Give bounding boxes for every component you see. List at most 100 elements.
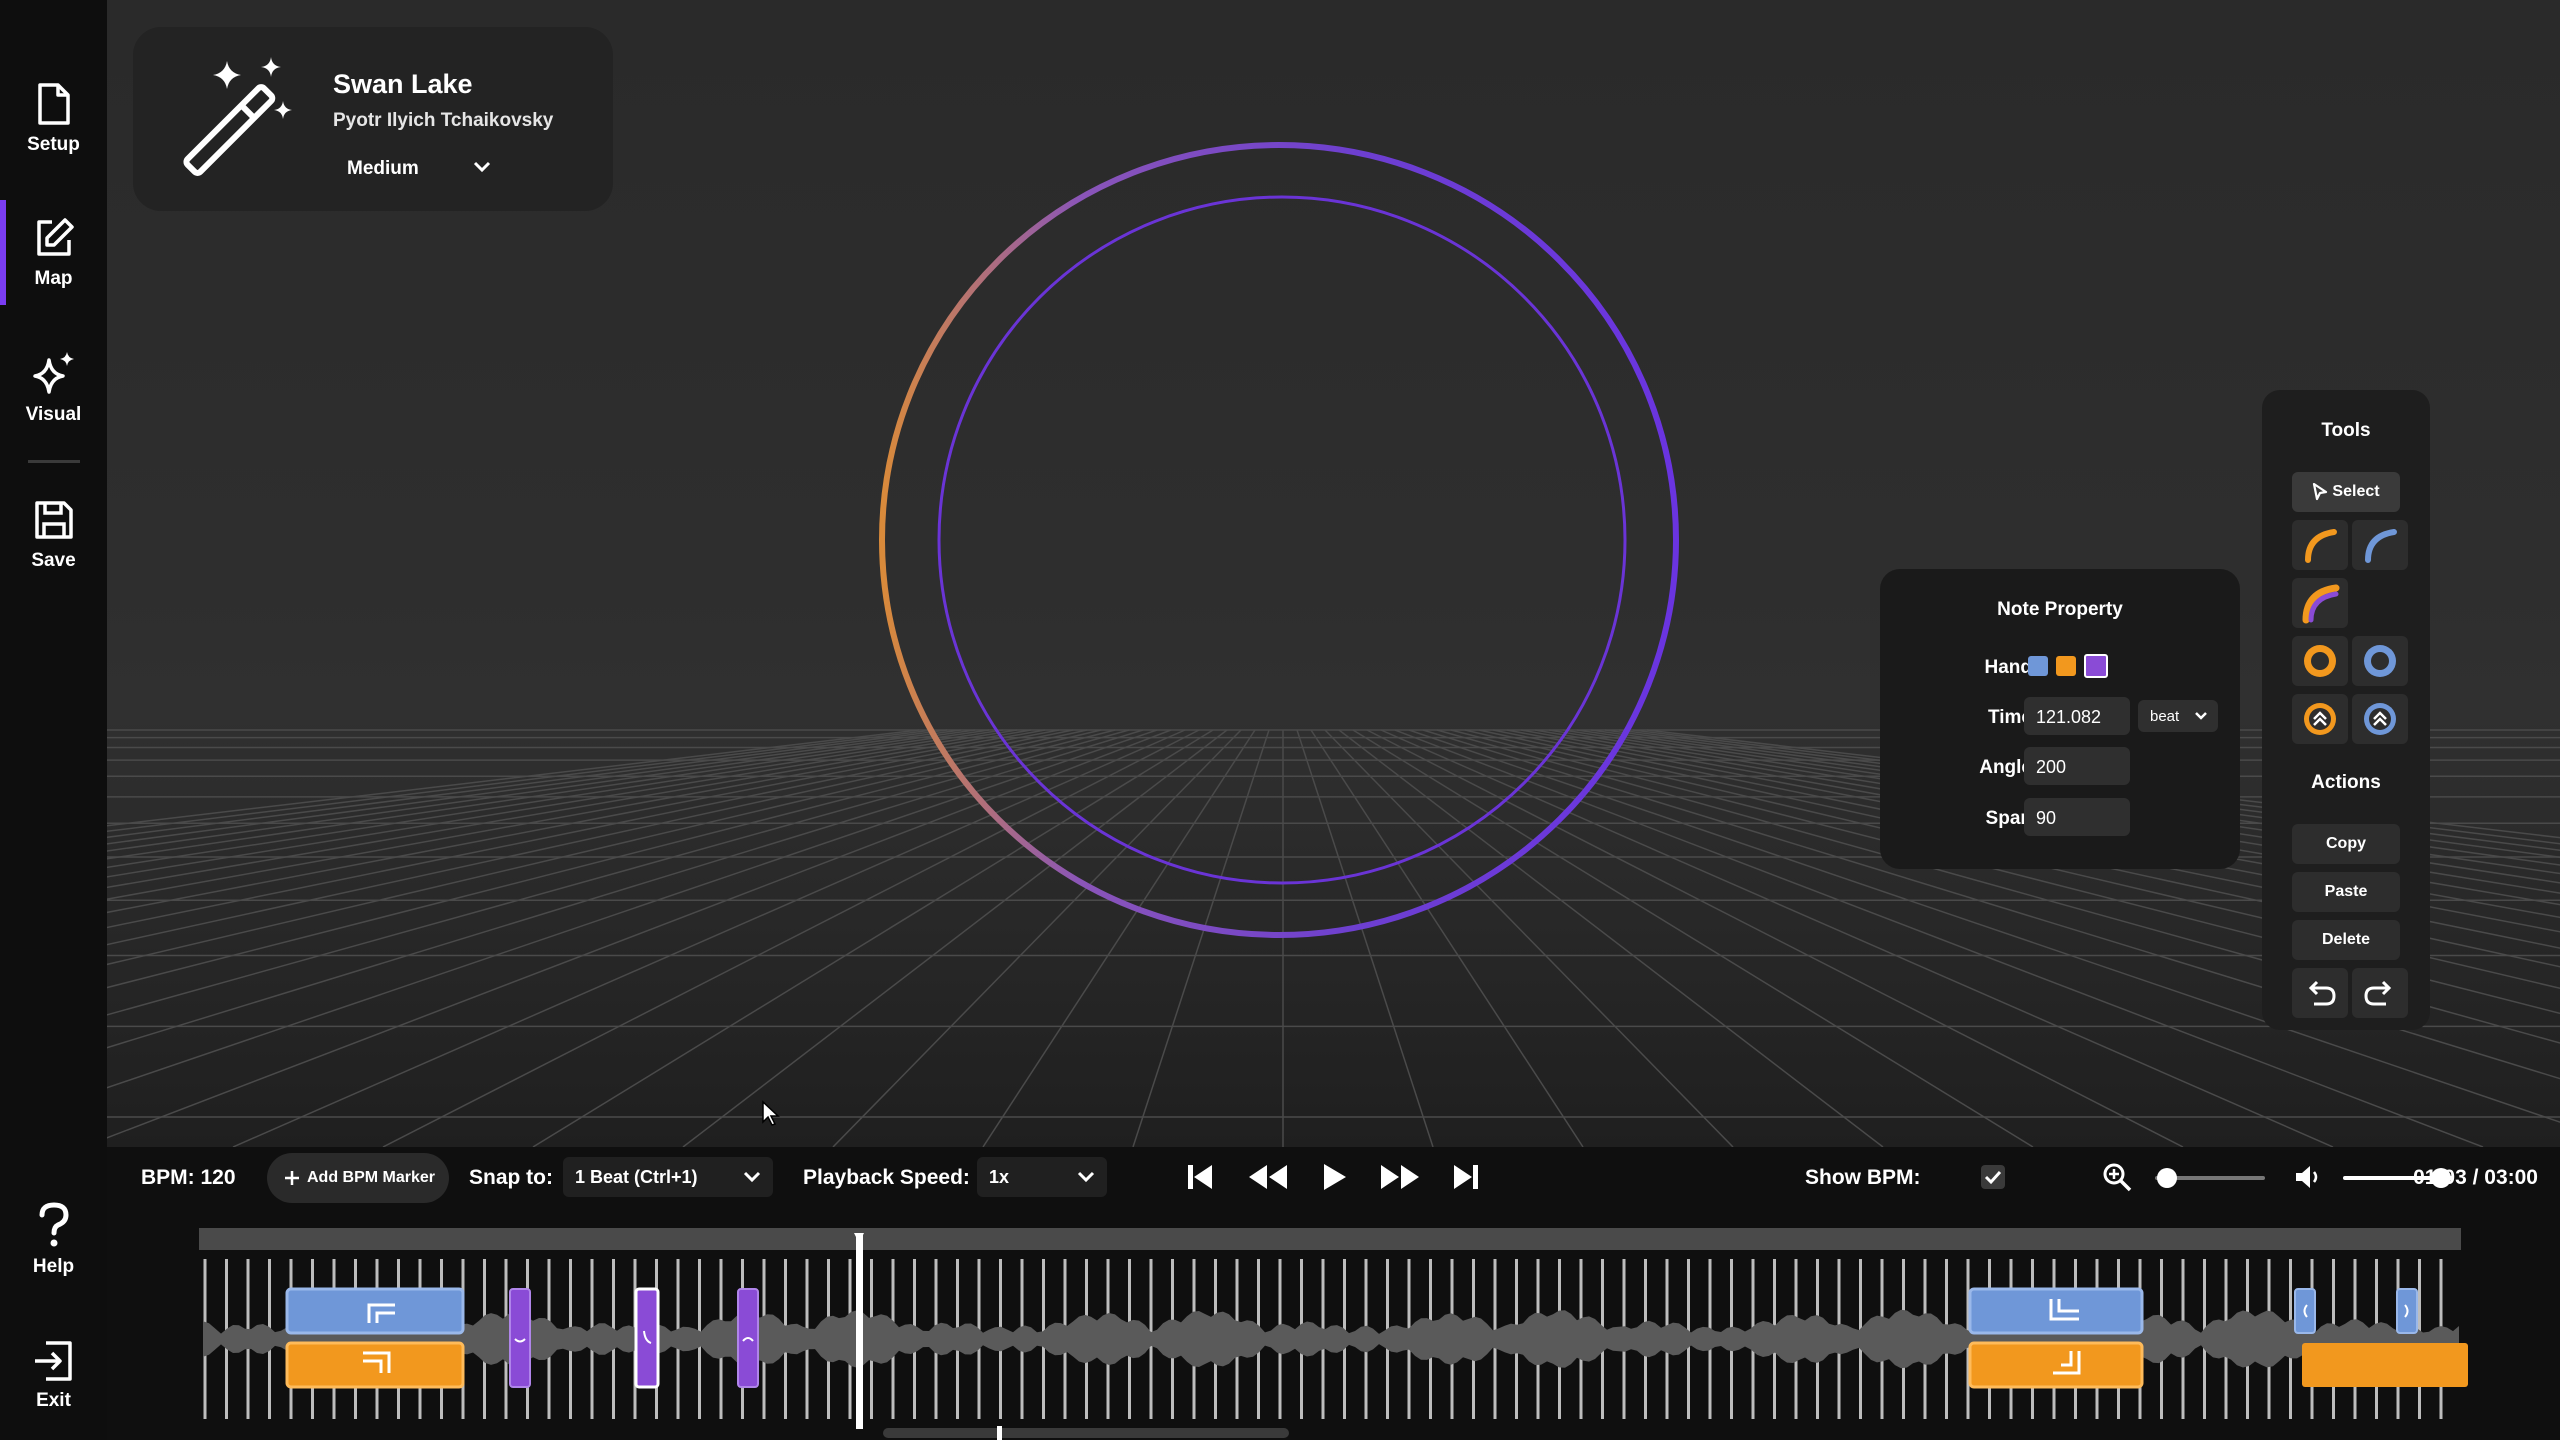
blue-arc-tool-button[interactable] [2352,520,2408,570]
difficulty-select[interactable]: Medium [333,145,497,191]
note-purple-selected [634,1287,660,1389]
hand-swatch-blue[interactable] [2028,656,2048,676]
sidebar: Setup Map Visual Save Help Exit [0,0,107,1440]
blue-arc-icon [2365,529,2397,563]
sidebar-item-label: Exit [36,1390,71,1411]
timeline-scrollbar-marker [997,1426,1002,1440]
playback-bar: BPM: 120 Add BPM Marker Snap to: 1 Beat … [107,1147,2560,1209]
playback-speed-select[interactable]: 1x [977,1157,1107,1197]
chevron-down-icon [1077,1171,1095,1183]
orange-flick-tool-button[interactable] [2292,694,2348,744]
song-info-card: Swan Lake Pyotr Ilyich Tchaikovsky Mediu… [133,27,613,211]
magic-wand-icon [183,57,292,176]
copy-button[interactable]: Copy [2292,824,2400,864]
rewind-icon[interactable] [1247,1161,1289,1193]
zoom-slider[interactable] [2155,1168,2265,1188]
sidebar-item-label: Map [34,268,73,289]
note-orange-long-3 [2302,1343,2468,1387]
blue-flick-tool-button[interactable] [2352,694,2408,744]
sidebar-item-help[interactable]: Help [0,1202,107,1312]
bpm-readout: BPM: 120 [141,1166,236,1189]
snap-select[interactable]: 1 Beat (Ctrl+1) [563,1157,773,1197]
sidebar-item-label: Visual [25,404,82,425]
select-tool-button[interactable]: Select [2292,472,2400,512]
redo-icon [2364,980,2392,1006]
song-title: Swan Lake [333,69,473,99]
blue-tap-tool-button[interactable] [2352,636,2408,686]
note-purple-2 [737,1288,759,1388]
sidebar-item-setup[interactable]: Setup [0,82,107,192]
orange-tap-tool-button[interactable] [2292,636,2348,686]
sidebar-divider [28,460,80,463]
zoom-slider-thumb[interactable] [2157,1168,2177,1188]
tools-title: Tools [2321,420,2371,441]
zoom-in-icon[interactable] [2101,1161,2133,1193]
skip-to-start-icon[interactable] [1185,1161,1215,1193]
checkmark-icon [1984,1170,2002,1185]
note-orange-long-2 [1968,1341,2144,1389]
add-bpm-marker-label: Add BPM Marker [307,1169,436,1186]
cursor-icon [2312,483,2328,501]
map-viewport[interactable]: Swan Lake Pyotr Ilyich Tchaikovsky Mediu… [107,0,2560,1147]
orange-arc-tool-button[interactable] [2292,520,2348,570]
plus-icon [285,1171,299,1185]
undo-button[interactable] [2292,968,2348,1018]
note-blue-short-2 [2396,1288,2418,1334]
play-icon[interactable] [1319,1161,1349,1193]
time-input[interactable]: 121.082 [2024,697,2130,735]
zoom-icon[interactable] [1995,1161,1996,1162]
dual-arc-icon [2302,584,2340,624]
timeline-scrollbar [883,1428,1289,1438]
select-tool-label: Select [2332,483,2380,500]
difficulty-value: Medium [347,158,419,179]
sidebar-item-label: Save [31,550,76,571]
hand-label: Hand [1984,657,2033,678]
show-bpm-label: Show BPM: [1805,1166,1921,1189]
file-icon [37,83,70,125]
chevron-down-icon [2195,712,2207,720]
chevron-down-icon [473,161,491,173]
skip-to-end-icon[interactable] [1451,1161,1481,1193]
sidebar-item-label: Setup [27,134,80,155]
volume-icon[interactable] [2293,1163,2323,1191]
angle-input[interactable]: 200 [2024,747,2130,785]
dual-arc-tool-button[interactable] [2292,578,2348,628]
sidebar-item-exit[interactable]: Exit [0,1340,107,1440]
note-property-panel: Note Property Hand Time 121.082 beat Ang… [1880,569,2240,869]
mouse-cursor-icon [762,1100,780,1126]
delete-button[interactable]: Delete [2292,920,2400,960]
sidebar-item-map[interactable]: Map [0,216,107,326]
note-blue-long-2 [1968,1287,2144,1335]
sidebar-item-save[interactable]: Save [0,498,107,608]
hand-swatch-purple[interactable] [2084,654,2108,678]
add-bpm-marker-button[interactable]: Add BPM Marker [267,1153,449,1203]
note-blue-long-1 [285,1287,465,1335]
sidebar-item-label: Help [32,1256,75,1277]
panel-title: Note Property [1997,599,2123,620]
orange-arc-icon [2305,529,2337,563]
paste-button[interactable]: Paste [2292,872,2400,912]
time-unit-select[interactable]: beat [2138,700,2218,732]
song-artist: Pyotr Ilyich Tchaikovsky [333,110,554,131]
save-icon [34,501,73,539]
span-input[interactable]: 90 [2024,798,2130,836]
time-unit-value: beat [2150,708,2180,725]
playback-speed-value: 1x [989,1167,1010,1187]
exit-icon [34,1341,72,1381]
redo-button[interactable] [2352,968,2408,1018]
orange-flick-icon [2304,703,2336,735]
note-orange-long-1 [285,1341,465,1389]
fast-forward-icon[interactable] [1379,1161,1421,1193]
blue-tap-icon [2364,645,2396,677]
time-display: 01:03 / 03:00 [2413,1166,2538,1189]
sidebar-item-visual[interactable]: Visual [0,350,107,460]
snap-label: Snap to: [469,1166,553,1189]
snap-value: 1 Beat (Ctrl+1) [575,1167,698,1187]
chevron-down-icon [743,1171,761,1183]
timeline-header-bar [199,1228,2461,1250]
hand-swatch-orange[interactable] [2056,656,2076,676]
show-bpm-checkbox[interactable] [1981,1165,2005,1189]
tools-panel: Tools Select Actions Copy Paste Delete [2262,390,2430,1030]
timeline[interactable] [107,1209,2560,1440]
undo-icon [2308,980,2336,1006]
